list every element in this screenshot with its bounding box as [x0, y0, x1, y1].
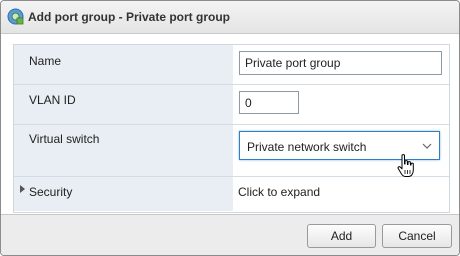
vlan-id-label: VLAN ID — [29, 93, 76, 107]
add-button[interactable]: Add — [307, 224, 376, 248]
port-group-icon — [7, 8, 24, 25]
form-row-security[interactable]: Security Click to expand — [14, 177, 449, 211]
name-input[interactable] — [239, 51, 442, 75]
cancel-button[interactable]: Cancel — [382, 224, 452, 248]
security-expand-hint[interactable]: Click to expand — [238, 185, 320, 199]
dialog-titlebar: Add port group - Private port group — [1, 1, 459, 34]
name-label: Name — [29, 54, 62, 68]
dialog-footer: Add Cancel — [1, 214, 459, 255]
vlan-id-input[interactable] — [239, 91, 299, 114]
security-label[interactable]: Security — [29, 185, 72, 199]
virtual-switch-label: Virtual switch — [29, 132, 100, 146]
virtual-switch-selected: Private network switch — [247, 140, 367, 154]
form-row-name: Name — [14, 45, 449, 85]
chevron-down-icon — [422, 143, 432, 149]
caret-right-icon[interactable] — [20, 185, 25, 193]
port-group-form: Name VLAN ID Virtual switch Private netw… — [13, 44, 450, 213]
form-row-vlan: VLAN ID — [14, 85, 449, 125]
hand-pointer-icon — [397, 154, 414, 177]
add-port-group-dialog: Add port group - Private port group Name… — [0, 0, 460, 256]
form-row-virtual-switch: Virtual switch Private network switch — [14, 125, 449, 177]
dialog-title: Add port group - Private port group — [28, 10, 230, 24]
